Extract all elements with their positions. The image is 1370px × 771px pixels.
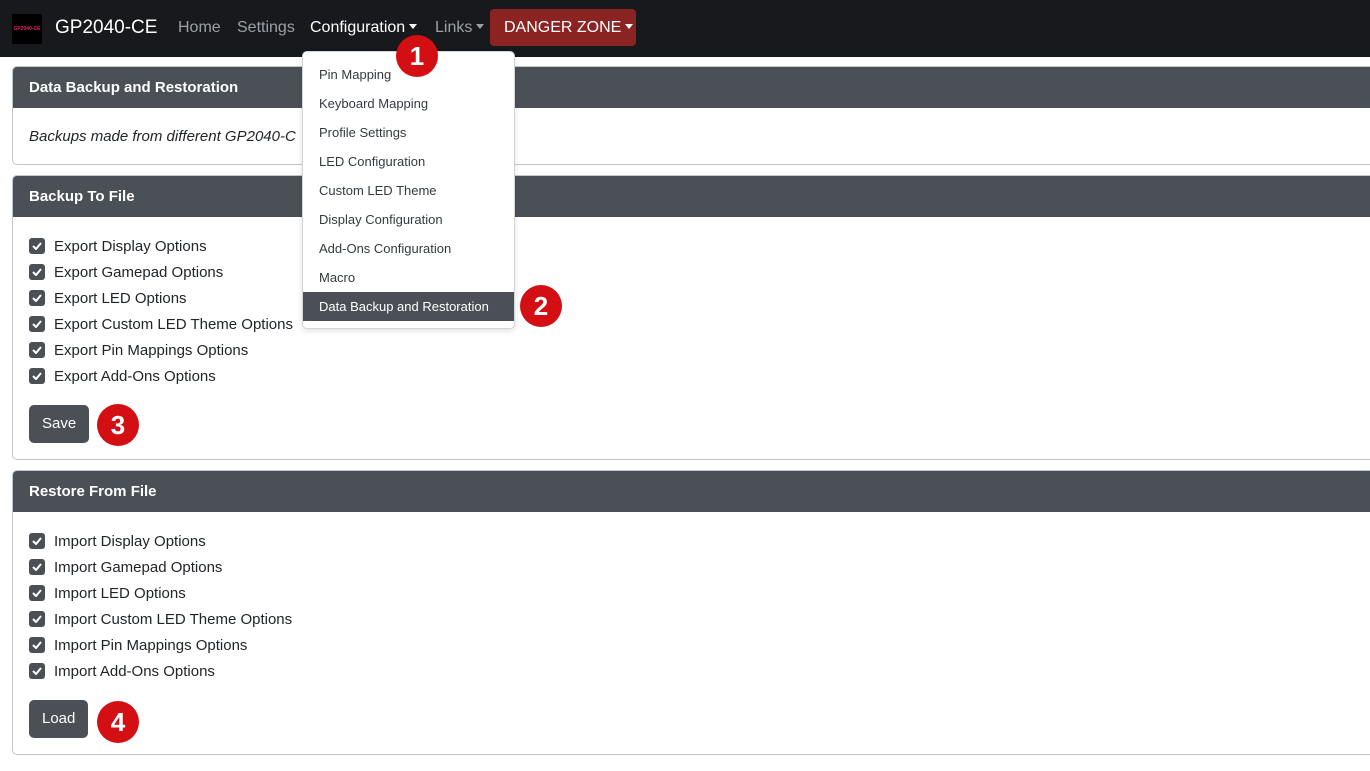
checkbox-checked[interactable] (29, 559, 45, 575)
nav-configuration[interactable]: Configuration (310, 19, 418, 37)
export-custom-led-theme-option[interactable]: Export Custom LED Theme Options (29, 314, 293, 334)
menu-item-keyboard-mapping[interactable]: Keyboard Mapping (303, 89, 514, 118)
intro-description: Backups made from different GP2040-C (29, 128, 296, 145)
step-marker-4: 4 (97, 701, 139, 743)
checkbox-checked[interactable] (29, 533, 45, 549)
top-navbar: GP2040-CE GP2040-CE Home Settings Config… (0, 0, 1370, 57)
checkbox-checked[interactable] (29, 637, 45, 653)
restore-card-title: Restore From File (13, 471, 1370, 512)
brand-logo[interactable]: GP2040-CE (12, 14, 42, 44)
menu-item-profile-settings[interactable]: Profile Settings (303, 118, 514, 147)
intro-card: Data Backup and Restoration Backups made… (12, 66, 1370, 165)
import-display-option[interactable]: Import Display Options (29, 531, 206, 551)
nav-home[interactable]: Home (178, 19, 221, 37)
menu-item-macro[interactable]: Macro (303, 263, 514, 292)
nav-links[interactable]: Links (435, 19, 485, 37)
brand-name[interactable]: GP2040-CE (55, 17, 157, 39)
option-label: Export Display Options (54, 237, 207, 255)
option-label: Export Gamepad Options (54, 263, 224, 281)
restore-card: Restore From File Import Display Options… (12, 470, 1370, 755)
nav-settings[interactable]: Settings (237, 19, 295, 37)
export-led-option[interactable]: Export LED Options (29, 288, 187, 308)
checkbox-checked[interactable] (29, 585, 45, 601)
option-label: Export Add-Ons Options (54, 367, 216, 385)
import-led-option[interactable]: Import LED Options (29, 583, 186, 603)
option-label: Export Pin Mappings Options (54, 341, 249, 359)
danger-zone-label: DANGER ZONE (504, 19, 622, 36)
step-marker-2: 2 (520, 285, 562, 327)
danger-zone-button[interactable]: DANGER ZONE (490, 9, 636, 46)
checkbox-checked[interactable] (29, 290, 45, 306)
export-addons-option[interactable]: Export Add-Ons Options (29, 366, 216, 386)
import-pin-mappings-option[interactable]: Import Pin Mappings Options (29, 635, 247, 655)
checkbox-checked[interactable] (29, 238, 45, 254)
nav-configuration-label: Configuration (310, 19, 406, 36)
intro-card-body: Backups made from different GP2040-C (13, 108, 1370, 164)
menu-item-addons-configuration[interactable]: Add-Ons Configuration (303, 234, 514, 263)
chevron-down-icon (476, 24, 485, 29)
nav-links-label: Links (435, 19, 473, 36)
chevron-down-icon (625, 24, 634, 29)
checkbox-checked[interactable] (29, 663, 45, 679)
option-label: Import Gamepad Options (54, 558, 223, 576)
import-custom-led-theme-option[interactable]: Import Custom LED Theme Options (29, 609, 292, 629)
backup-card: Backup To File Export Display Options Ex… (12, 175, 1370, 460)
load-button[interactable]: Load (29, 700, 89, 738)
chevron-down-icon (409, 24, 418, 29)
option-label: Export Custom LED Theme Options (54, 315, 293, 333)
checkbox-checked[interactable] (29, 368, 45, 384)
checkbox-checked[interactable] (29, 316, 45, 332)
checkbox-checked[interactable] (29, 264, 45, 280)
import-addons-option[interactable]: Import Add-Ons Options (29, 661, 215, 681)
option-label: Import LED Options (54, 584, 186, 602)
option-label: Export LED Options (54, 289, 187, 307)
menu-item-led-configuration[interactable]: LED Configuration (303, 147, 514, 176)
checkbox-checked[interactable] (29, 342, 45, 358)
option-label: Import Pin Mappings Options (54, 636, 248, 654)
menu-item-custom-led-theme[interactable]: Custom LED Theme (303, 176, 514, 205)
export-gamepad-option[interactable]: Export Gamepad Options (29, 262, 223, 282)
restore-card-body: Import Display Options Import Gamepad Op… (13, 512, 1370, 754)
import-gamepad-option[interactable]: Import Gamepad Options (29, 557, 222, 577)
export-pin-mappings-option[interactable]: Export Pin Mappings Options (29, 340, 248, 360)
option-label: Import Add-Ons Options (54, 662, 215, 680)
export-display-option[interactable]: Export Display Options (29, 236, 207, 256)
option-label: Import Custom LED Theme Options (54, 610, 293, 628)
intro-card-title: Data Backup and Restoration (13, 67, 1370, 108)
option-label: Import Display Options (54, 532, 206, 550)
save-button[interactable]: Save (29, 405, 90, 443)
step-marker-3: 3 (97, 404, 139, 446)
configuration-dropdown-menu: Pin Mapping Keyboard Mapping Profile Set… (302, 51, 515, 329)
backup-card-title: Backup To File (13, 176, 1370, 217)
backup-card-body: Export Display Options Export Gamepad Op… (13, 217, 1370, 459)
menu-item-display-configuration[interactable]: Display Configuration (303, 205, 514, 234)
menu-item-data-backup[interactable]: Data Backup and Restoration (303, 292, 514, 321)
step-marker-1: 1 (396, 35, 438, 77)
checkbox-checked[interactable] (29, 611, 45, 627)
logo-text: GP2040-CE (13, 26, 41, 32)
